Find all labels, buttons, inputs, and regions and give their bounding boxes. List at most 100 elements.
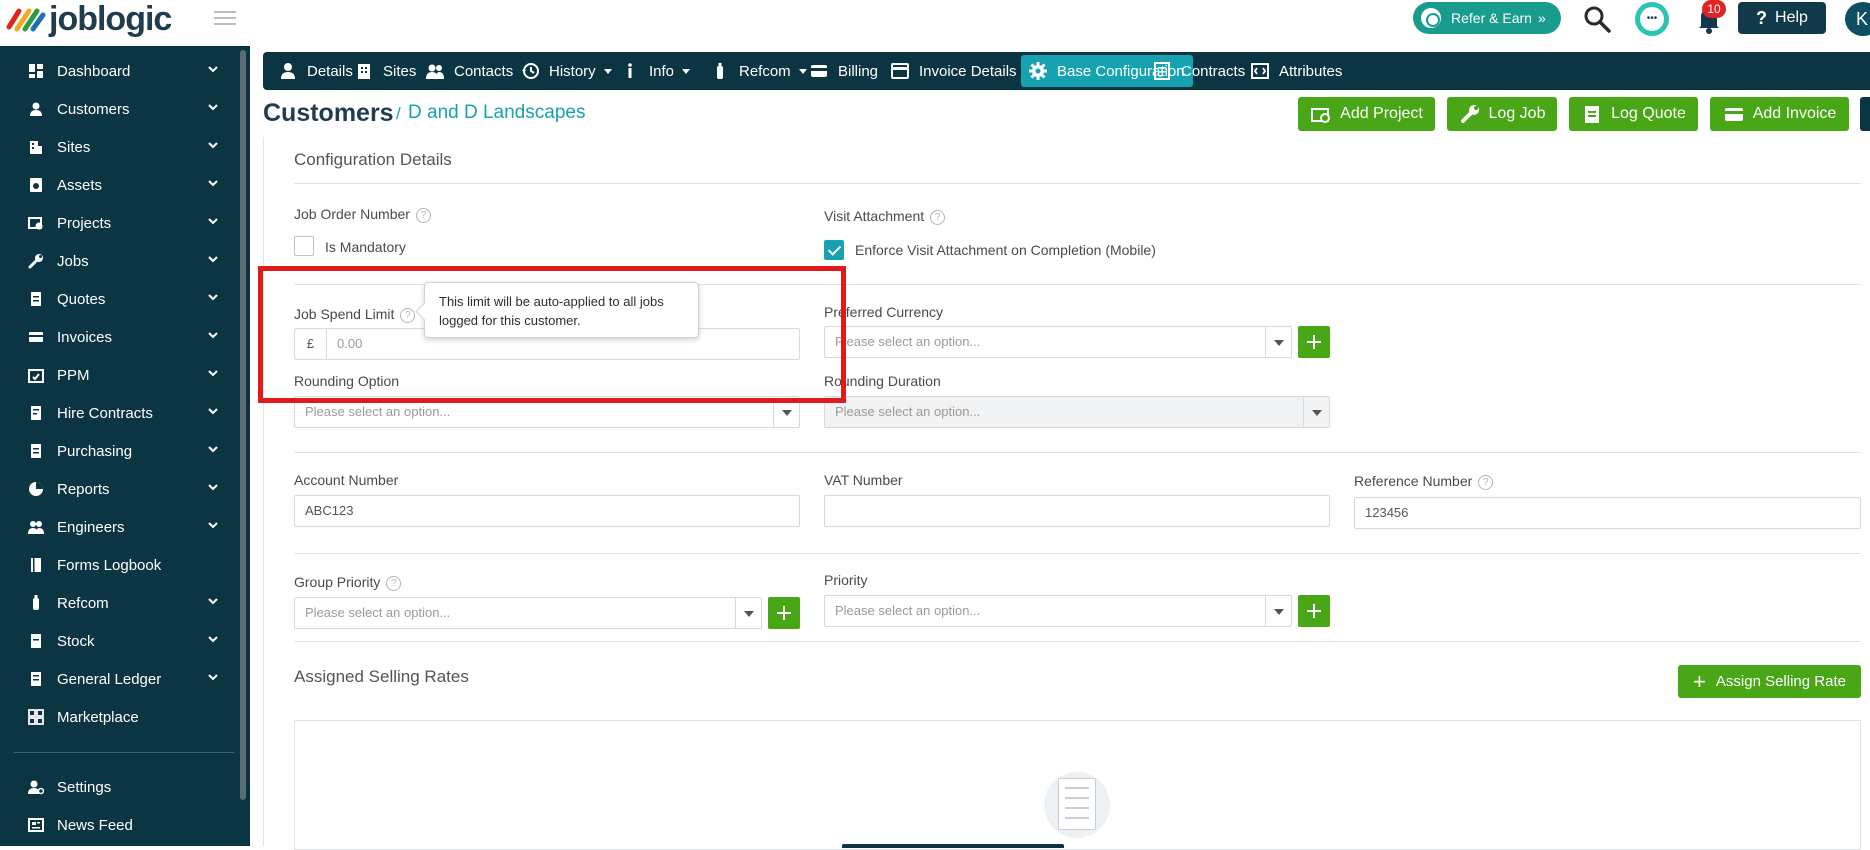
double-chevron-icon: » (1537, 10, 1546, 26)
sidebar-item-label: PPM (57, 366, 90, 384)
add-currency-button[interactable] (1298, 326, 1330, 358)
sidebar-item-dashboard[interactable]: Dashboard (0, 52, 238, 90)
chevron-down-icon (735, 598, 761, 628)
document-icon (1058, 778, 1096, 830)
add-project-button[interactable]: Add Project (1298, 97, 1435, 131)
help-circle-icon[interactable]: ? (1478, 475, 1494, 490)
tab-label: Refcom (739, 62, 791, 80)
log-job-button[interactable]: Log Job (1447, 97, 1557, 131)
tab-label: Contracts (1181, 62, 1246, 80)
sidebar-item-label: Refcom (57, 594, 109, 612)
sidebar-item-quotes[interactable]: Quotes (0, 280, 238, 318)
group-priority-select[interactable]: Please select an option... (294, 597, 762, 629)
purchasing-icon (28, 443, 44, 459)
contract-icon (28, 405, 44, 421)
assign-selling-rate-button[interactable]: + Assign Selling Rate (1678, 665, 1861, 698)
tab-label: Details (307, 62, 353, 80)
chat-icon[interactable] (1635, 2, 1669, 36)
help-button[interactable]: ? Help (1738, 2, 1826, 34)
sidebar-item-reports[interactable]: Reports (0, 470, 238, 508)
preferred-currency-select[interactable]: Please select an option... (824, 326, 1292, 358)
help-circle-icon[interactable]: ? (930, 210, 946, 225)
sidebar-item-stock[interactable]: Stock (0, 622, 238, 660)
sidebar-item-ppm[interactable]: PPM (0, 356, 238, 394)
sidebar-item-engineers[interactable]: Engineers (0, 508, 238, 546)
empty-state-action-button[interactable] (842, 844, 1064, 848)
sidebar-item-purchasing[interactable]: Purchasing (0, 432, 238, 470)
sidebar-item-forms-logbook[interactable]: Forms Logbook (0, 546, 238, 584)
marketplace-icon (28, 709, 44, 725)
add-invoice-button[interactable]: Add Invoice (1710, 97, 1849, 131)
refer-and-earn-button[interactable]: Refer & Earn » (1413, 2, 1561, 34)
news-icon (28, 817, 44, 833)
help-circle-icon[interactable]: ? (386, 576, 402, 591)
sidebar-item-label: Forms Logbook (57, 556, 162, 574)
sidebar-item-jobs[interactable]: Jobs (0, 242, 238, 280)
reference-number-input[interactable]: 123456 (1354, 497, 1861, 529)
job-order-number-label: Job Order Number? (294, 206, 431, 223)
cylinder-icon (711, 62, 739, 80)
sidebar-item-general-ledger[interactable]: General Ledger (0, 660, 238, 698)
tab-refcom[interactable]: Refcom (703, 55, 815, 87)
wrench-icon (1460, 105, 1479, 123)
sidebar-item-label: Invoices (57, 328, 113, 346)
caret-down-icon (682, 68, 691, 74)
sidebar-item-refcom[interactable]: Refcom (0, 584, 238, 622)
gear-icon (1029, 62, 1057, 80)
invoice-icon (891, 62, 919, 80)
sidebar-scrollbar[interactable] (240, 50, 246, 800)
enforce-visit-attachment-label: Enforce Visit Attachment on Completion (… (855, 242, 1156, 258)
user-avatar[interactable]: K (1845, 2, 1870, 36)
contracts-icon (1153, 62, 1181, 80)
sidebar-item-assets[interactable]: Assets (0, 166, 238, 204)
sidebar-item-label: Stock (57, 632, 95, 650)
top-bar: joblogic Refer & Earn » 10 ? Help K (0, 0, 1870, 38)
priority-select[interactable]: Please select an option... (824, 595, 1292, 627)
refer-icon (1421, 8, 1441, 28)
tab-attributes[interactable]: Attributes (1243, 55, 1350, 87)
search-icon[interactable] (1582, 4, 1612, 34)
more-actions-button[interactable] (1860, 97, 1870, 131)
history-icon (521, 62, 549, 80)
is-mandatory-checkbox[interactable] (294, 236, 314, 256)
help-circle-icon[interactable]: ? (415, 208, 431, 223)
stock-icon (28, 633, 44, 649)
tab-label: Billing (838, 62, 879, 80)
sidebar-item-settings[interactable]: Settings (0, 768, 238, 806)
page-title[interactable]: Customers (263, 99, 394, 128)
tab-contacts[interactable]: Contacts (418, 55, 521, 87)
joblogic-logo[interactable]: joblogic (5, 0, 172, 38)
sidebar-item-sites[interactable]: Sites (0, 128, 238, 166)
wrench-icon (28, 253, 44, 269)
sidebar-item-label: Assets (57, 176, 103, 194)
info-icon (621, 62, 649, 80)
sidebar-item-news-feed[interactable]: News Feed (0, 806, 238, 844)
tab-sites[interactable]: Sites (347, 55, 424, 87)
vat-number-label: VAT Number (824, 472, 903, 488)
settings-icon (28, 779, 44, 795)
enforce-visit-attachment-checkbox[interactable] (824, 240, 844, 260)
sidebar-item-invoices[interactable]: Invoices (0, 318, 238, 356)
tab-billing[interactable]: Billing (802, 55, 886, 87)
sidebar-item-projects[interactable]: Projects (0, 204, 238, 242)
tab-history[interactable]: History (513, 55, 620, 87)
sidebar-item-label: Projects (57, 214, 112, 232)
sidebar-item-label: News Feed (57, 816, 133, 834)
rounding-duration-select[interactable]: Please select an option... (824, 396, 1330, 428)
add-group-priority-button[interactable] (768, 597, 800, 629)
account-number-input[interactable]: ABC123 (294, 495, 800, 527)
tab-info[interactable]: Info (613, 55, 698, 87)
vat-number-input[interactable] (824, 495, 1330, 527)
chevron-down-icon (1303, 397, 1329, 427)
menu-toggle-icon[interactable] (214, 11, 236, 27)
customers-icon (28, 101, 44, 117)
tab-invoice-details[interactable]: Invoice Details (883, 55, 1025, 87)
add-priority-button[interactable] (1298, 595, 1330, 627)
log-quote-button[interactable]: Log Quote (1569, 97, 1698, 131)
tab-contracts[interactable]: Contracts (1145, 55, 1253, 87)
tab-label: Invoice Details (919, 62, 1017, 80)
sidebar-item-marketplace[interactable]: Marketplace (0, 698, 238, 736)
sidebar-item-customers[interactable]: Customers (0, 90, 238, 128)
sidebar-item-hire-contracts[interactable]: Hire Contracts (0, 394, 238, 432)
clipboard-icon (1585, 106, 1600, 123)
